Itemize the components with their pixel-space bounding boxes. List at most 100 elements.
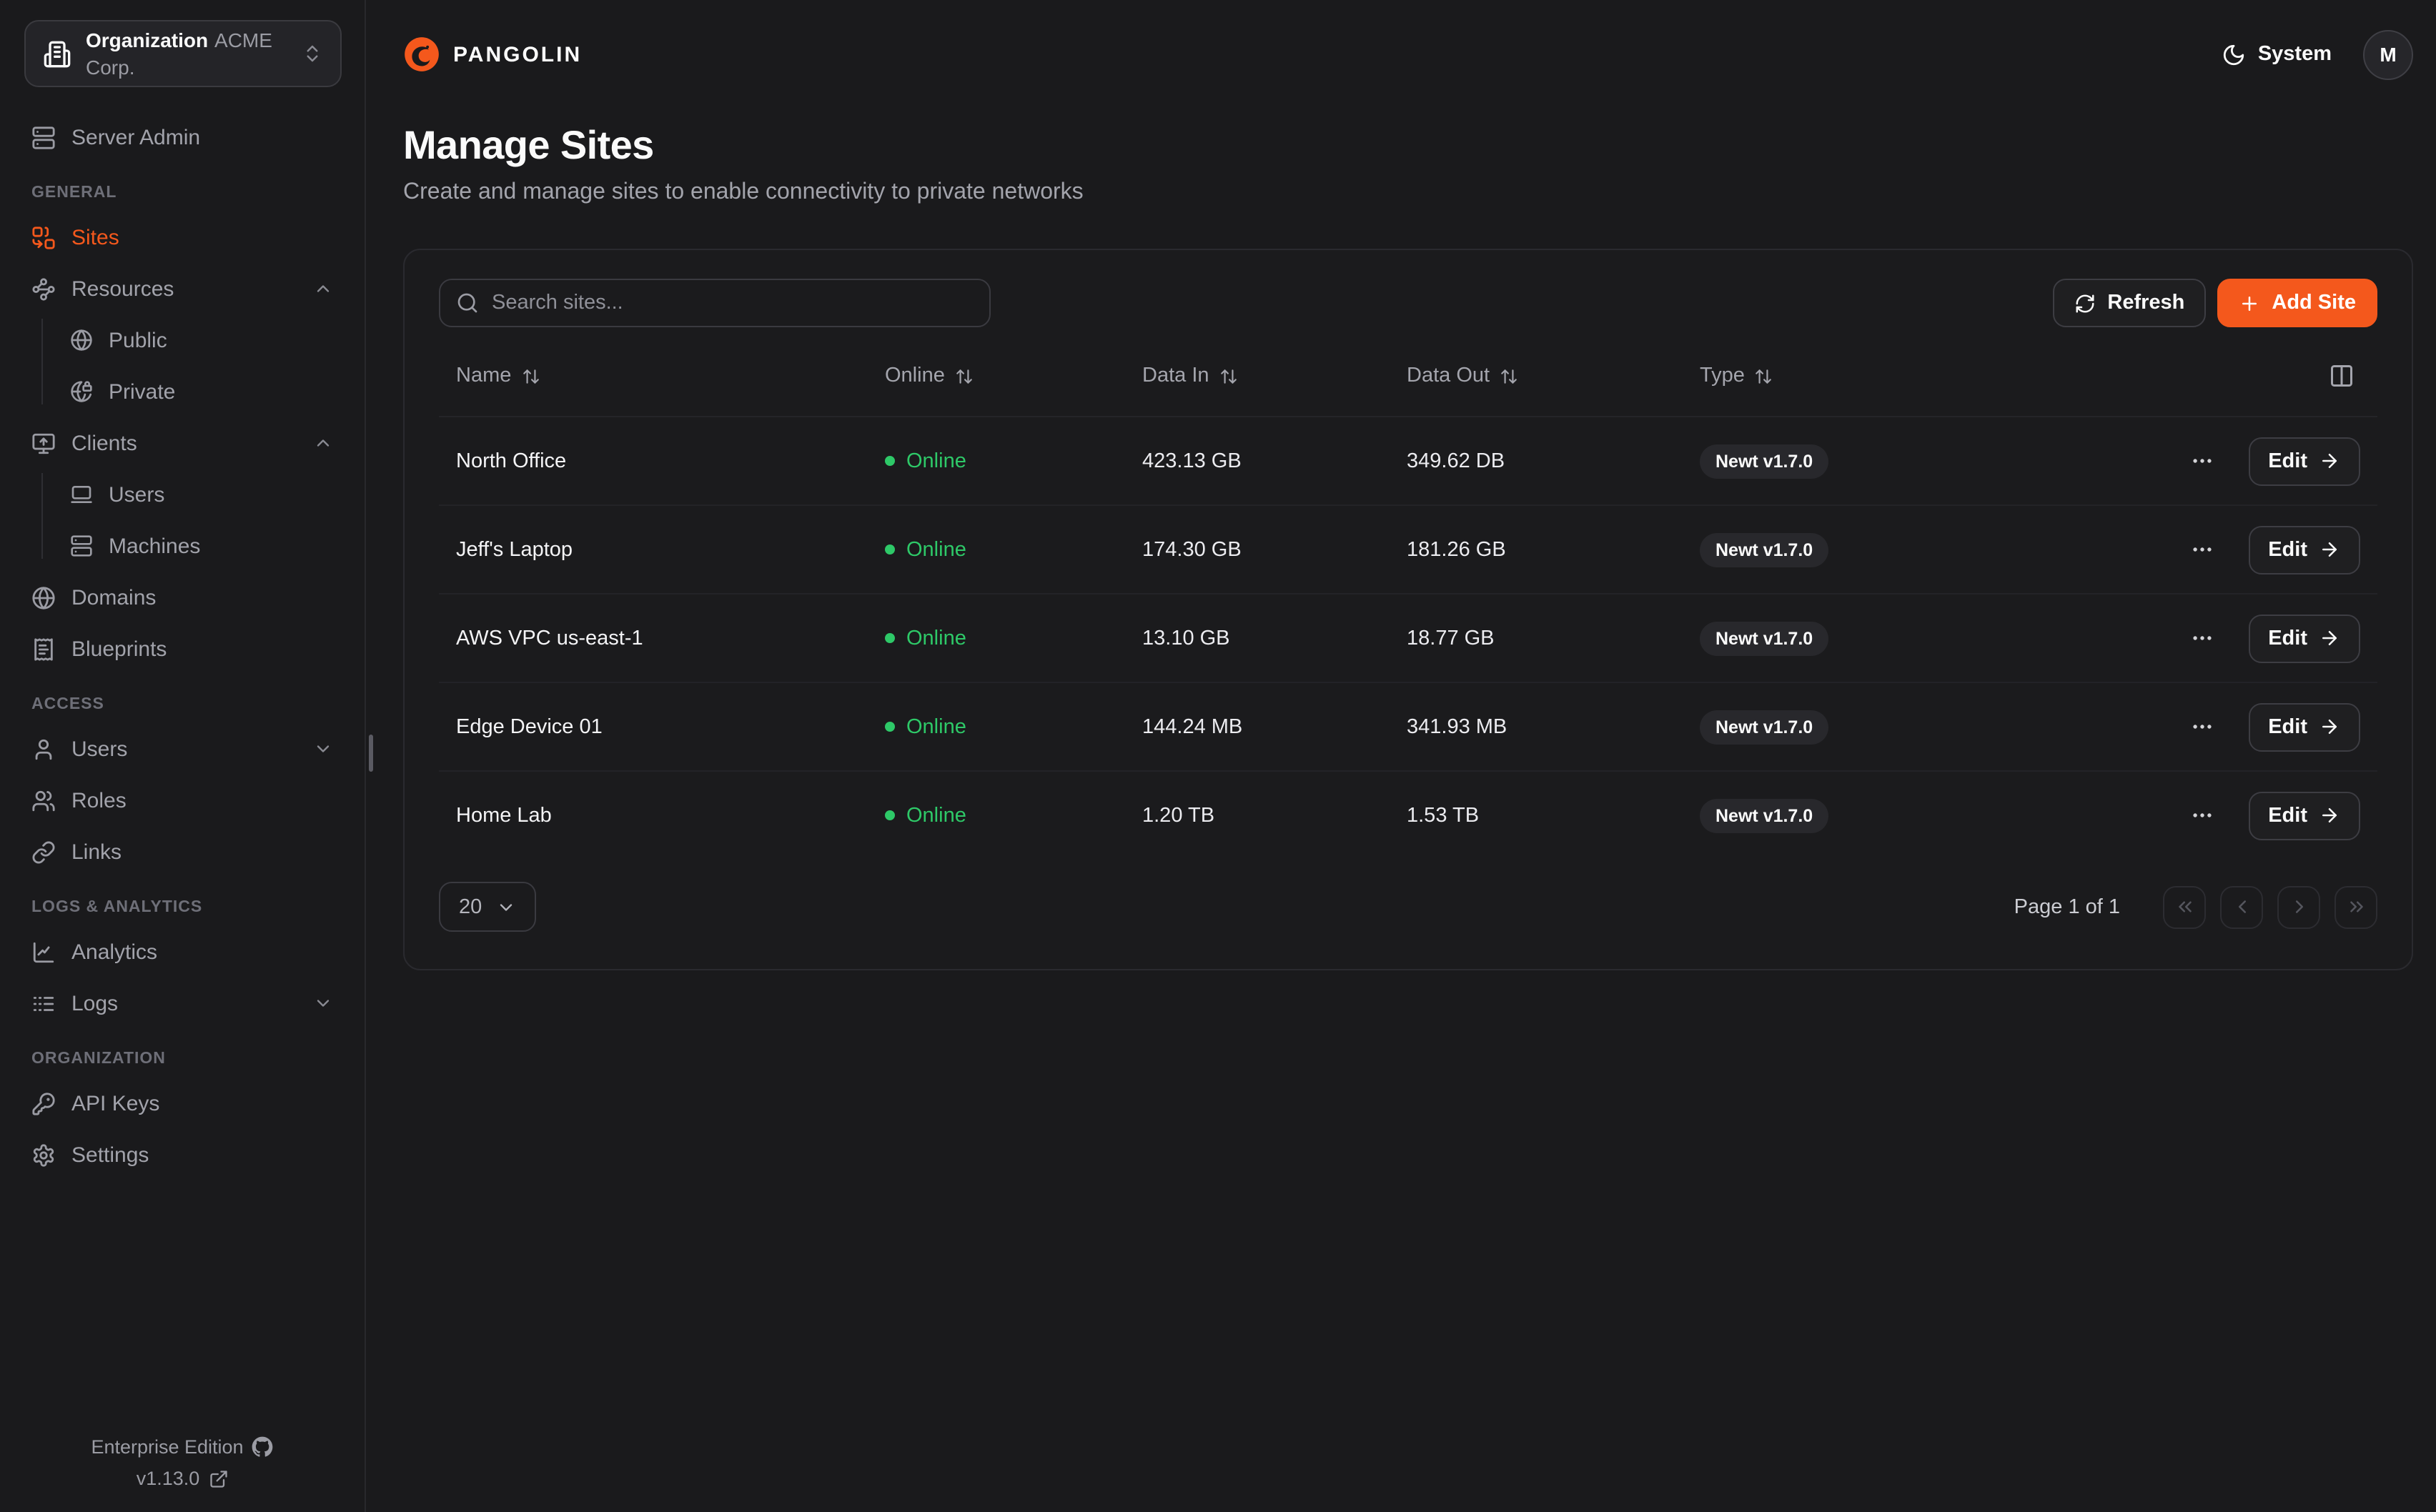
row-menu-button[interactable] (2184, 620, 2219, 656)
sidebar-item-server-admin[interactable]: Server Admin (20, 116, 345, 159)
sidebar-item-blueprints[interactable]: Blueprints (20, 627, 345, 670)
site-data-in: 174.30 GB (1142, 538, 1407, 561)
sort-icon (1755, 367, 1773, 385)
row-menu-button[interactable] (2184, 797, 2219, 833)
edit-button[interactable]: Edit (2248, 525, 2360, 574)
column-header-data-out[interactable]: Data Out (1407, 364, 1700, 387)
refresh-button[interactable]: Refresh (2053, 279, 2206, 327)
version-row[interactable]: v1.13.0 (137, 1468, 229, 1489)
next-page-button[interactable] (2277, 885, 2320, 928)
column-header-data-in[interactable]: Data In (1142, 364, 1407, 387)
sidebar-item-public[interactable]: Public (59, 319, 345, 362)
chevron-up-icon (313, 433, 333, 453)
avatar[interactable]: M (2363, 29, 2413, 79)
site-type: Newt v1.7.0 (1700, 798, 2184, 832)
sidebar-nav: Server Admin GENERAL Sites Resources (0, 87, 365, 1419)
column-header-type[interactable]: Type (1700, 364, 2323, 387)
moon-icon (2222, 42, 2247, 66)
receipt-icon (31, 637, 56, 661)
columns-icon (2329, 363, 2355, 389)
pagination: 20 Page 1 of 1 (439, 882, 2377, 932)
row-menu-button[interactable] (2184, 709, 2219, 745)
add-site-button[interactable]: Add Site (2217, 279, 2377, 327)
sidebar-item-sites[interactable]: Sites (20, 216, 345, 259)
sidebar-item-api-keys[interactable]: API Keys (20, 1082, 345, 1125)
site-data-out: 349.62 DB (1407, 449, 1700, 472)
sidebar-item-client-users[interactable]: Users (59, 473, 345, 516)
user-icon (31, 737, 56, 761)
sort-icon (1500, 367, 1518, 385)
last-page-button[interactable] (2334, 885, 2377, 928)
ellipsis-icon (2189, 803, 2214, 827)
site-type: Newt v1.7.0 (1700, 621, 2184, 655)
type-badge: Newt v1.7.0 (1700, 444, 1828, 478)
row-menu-button[interactable] (2184, 532, 2219, 567)
chevron-up-icon (313, 279, 333, 299)
brand-name: PANGOLIN (453, 42, 582, 66)
type-badge: Newt v1.7.0 (1700, 621, 1828, 655)
sidebar-scrollbar-thumb[interactable] (369, 735, 373, 772)
sites-card: Refresh Add Site Name Online (403, 249, 2413, 970)
table-header: Name Online Data In Data Out Type (439, 336, 2377, 417)
sidebar-item-users[interactable]: Users (20, 727, 345, 770)
previous-page-button[interactable] (2220, 885, 2263, 928)
page-size-select[interactable]: 20 (439, 882, 536, 932)
chart-line-icon (31, 940, 56, 964)
org-switcher[interactable]: Organization ACME Corp. (24, 20, 342, 87)
sidebar-item-analytics[interactable]: Analytics (20, 930, 345, 973)
edit-button[interactable]: Edit (2248, 437, 2360, 485)
github-icon (252, 1436, 274, 1458)
table-row: Edge Device 01 Online 144.24 MB 341.93 M… (439, 683, 2377, 772)
chevrons-up-down-icon (302, 43, 323, 64)
ellipsis-icon (2189, 537, 2214, 562)
ellipsis-icon (2189, 449, 2214, 473)
site-status: Online (885, 715, 1142, 738)
logs-icon (31, 991, 56, 1015)
sidebar-item-roles[interactable]: Roles (20, 779, 345, 822)
globe-lock-icon (70, 380, 93, 403)
sort-icon (955, 367, 974, 385)
combine-icon (31, 225, 56, 249)
site-status: Online (885, 804, 1142, 827)
sidebar-item-links[interactable]: Links (20, 830, 345, 873)
sidebar-item-settings[interactable]: Settings (20, 1133, 345, 1176)
chevron-left-icon (2231, 896, 2252, 917)
first-page-button[interactable] (2163, 885, 2206, 928)
sidebar-item-machines[interactable]: Machines (59, 524, 345, 567)
edit-button[interactable]: Edit (2248, 702, 2360, 751)
column-visibility-button[interactable] (2323, 357, 2360, 394)
edit-button[interactable]: Edit (2248, 614, 2360, 662)
site-status: Online (885, 449, 1142, 472)
server-icon (70, 534, 93, 557)
site-status: Online (885, 538, 1142, 561)
sidebar-item-domains[interactable]: Domains (20, 576, 345, 619)
sidebar-item-resources[interactable]: Resources (20, 267, 345, 310)
users-icon (31, 788, 56, 812)
column-header-online[interactable]: Online (885, 364, 1142, 387)
sidebar-item-private[interactable]: Private (59, 370, 345, 413)
ellipsis-icon (2189, 715, 2214, 739)
row-menu-button[interactable] (2184, 443, 2219, 479)
pangolin-logo-icon (403, 36, 440, 73)
search-input[interactable] (439, 279, 991, 327)
topbar: PANGOLIN System M (403, 0, 2413, 80)
table-row: Jeff's Laptop Online 174.30 GB 181.26 GB… (439, 506, 2377, 595)
edit-button[interactable]: Edit (2248, 791, 2360, 840)
gear-icon (31, 1143, 56, 1167)
theme-toggle-button[interactable]: System (2222, 42, 2332, 66)
site-data-out: 18.77 GB (1407, 627, 1700, 650)
sidebar-item-clients[interactable]: Clients (20, 422, 345, 464)
key-icon (31, 1091, 56, 1115)
site-data-out: 181.26 GB (1407, 538, 1700, 561)
column-header-name[interactable]: Name (456, 364, 885, 387)
globe-icon (70, 329, 93, 352)
monitor-up-icon (31, 431, 56, 455)
site-data-in: 1.20 TB (1142, 804, 1407, 827)
chevron-down-icon (496, 897, 516, 917)
edition-row[interactable]: Enterprise Edition (91, 1436, 273, 1458)
chevron-right-icon (2288, 896, 2309, 917)
site-data-out: 1.53 TB (1407, 804, 1700, 827)
sidebar-item-logs[interactable]: Logs (20, 982, 345, 1025)
brand[interactable]: PANGOLIN (403, 36, 582, 73)
resources-subgroup: Public Private (41, 319, 345, 413)
